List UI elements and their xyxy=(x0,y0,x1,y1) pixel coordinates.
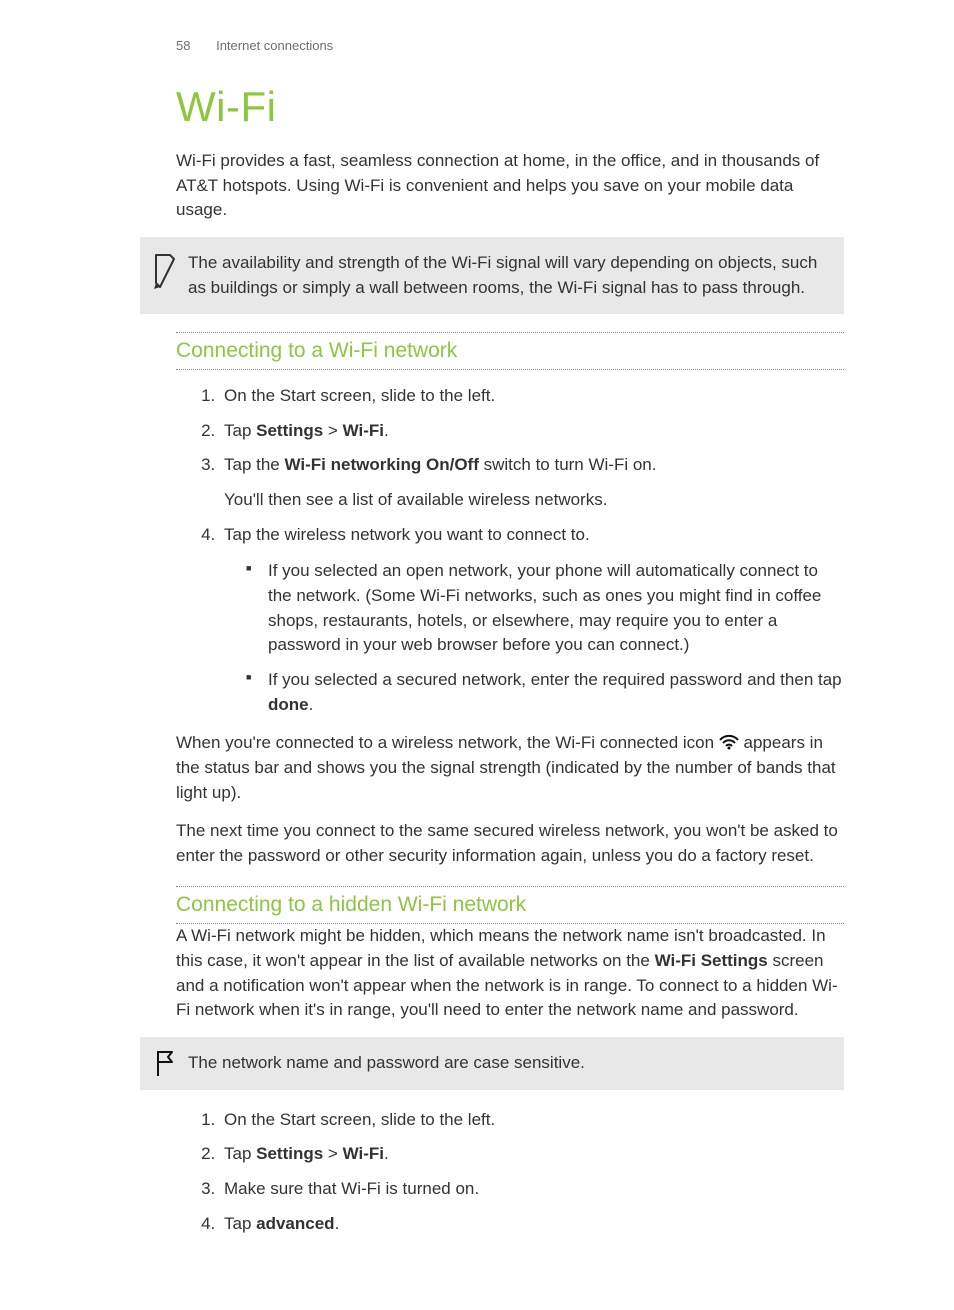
section-heading: Connecting to a hidden Wi-Fi network xyxy=(176,891,844,919)
sub-item: If you selected an open network, your ph… xyxy=(252,559,844,658)
step-item: Make sure that Wi-Fi is turned on. xyxy=(220,1177,844,1202)
step-item: Tap Settings > Wi-Fi. xyxy=(220,1142,844,1167)
intro-paragraph: Wi-Fi provides a fast, seamless connecti… xyxy=(176,149,844,223)
step-item: Tap Settings > Wi-Fi. xyxy=(220,419,844,444)
body-paragraph: When you're connected to a wireless netw… xyxy=(176,731,844,805)
flag-callout: The network name and password are case s… xyxy=(140,1037,844,1090)
chapter-title: Internet connections xyxy=(216,38,333,53)
step-item: On the Start screen, slide to the left. xyxy=(220,1108,844,1133)
section-header: Connecting to a hidden Wi-Fi network xyxy=(176,886,844,924)
page: 58 Internet connections Wi-Fi Wi-Fi prov… xyxy=(0,0,954,1310)
body-paragraph: A Wi-Fi network might be hidden, which m… xyxy=(176,924,844,1023)
step-note: You'll then see a list of available wire… xyxy=(224,488,844,513)
note-text: The availability and strength of the Wi-… xyxy=(188,253,817,297)
steps-list: On the Start screen, slide to the left. … xyxy=(176,384,844,717)
sub-item: If you selected a secured network, enter… xyxy=(252,668,844,717)
running-header: 58 Internet connections xyxy=(0,38,954,53)
section-heading: Connecting to a Wi-Fi network xyxy=(176,337,844,365)
body-paragraph: The next time you connect to the same se… xyxy=(176,819,844,868)
flag-icon xyxy=(154,1049,178,1077)
pencil-icon xyxy=(150,251,178,291)
wifi-signal-icon xyxy=(719,733,739,749)
flag-text: The network name and password are case s… xyxy=(188,1053,585,1072)
page-title: Wi-Fi xyxy=(176,83,844,131)
steps-list: On the Start screen, slide to the left. … xyxy=(176,1108,844,1237)
sub-list: If you selected an open network, your ph… xyxy=(224,559,844,717)
page-number: 58 xyxy=(176,38,190,53)
note-callout: The availability and strength of the Wi-… xyxy=(140,237,844,314)
step-item: Tap the wireless network you want to con… xyxy=(220,523,844,717)
step-item: Tap advanced. xyxy=(220,1212,844,1237)
step-item: On the Start screen, slide to the left. xyxy=(220,384,844,409)
step-item: Tap the Wi-Fi networking On/Off switch t… xyxy=(220,453,844,512)
section-header: Connecting to a Wi-Fi network xyxy=(176,332,844,370)
